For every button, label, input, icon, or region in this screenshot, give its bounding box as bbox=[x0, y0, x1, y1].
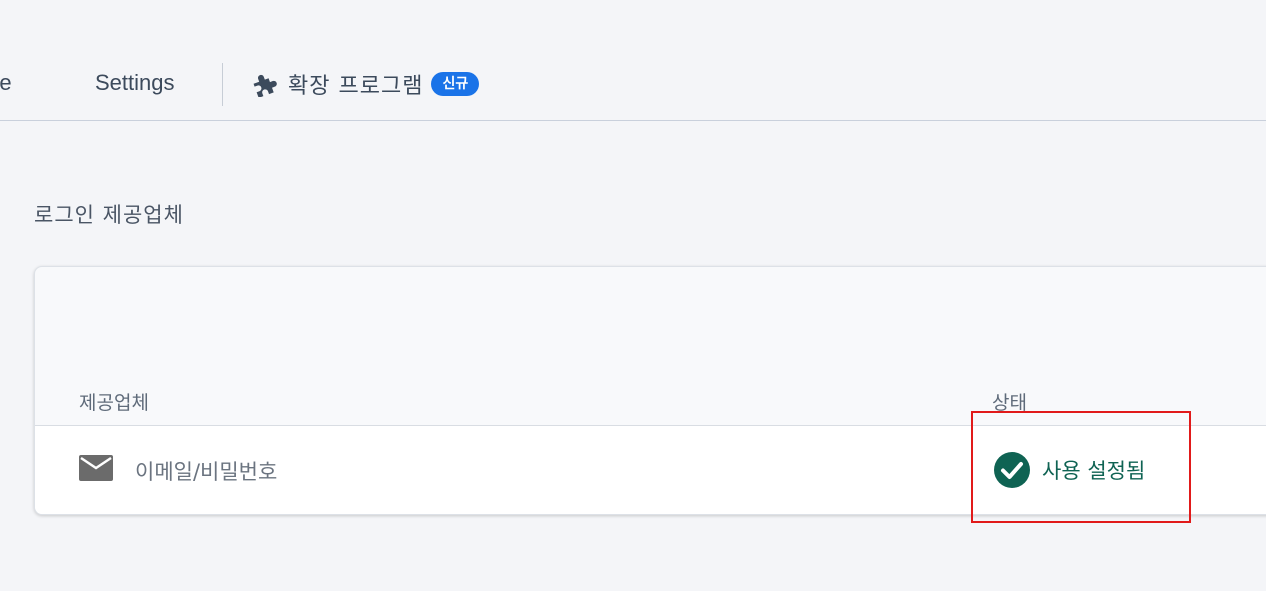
new-badge: 신규 bbox=[431, 72, 480, 96]
section-title: 로그인 제공업체 bbox=[34, 203, 184, 227]
highlight-box bbox=[971, 411, 1191, 523]
puzzle-icon bbox=[252, 71, 278, 98]
tab-bar: Usage Settings 확장 프로그램 신규 bbox=[0, 0, 1266, 121]
table-header: 제공업체 상태 bbox=[35, 267, 1266, 426]
tab-divider bbox=[222, 63, 223, 106]
tab-extensions[interactable]: 확장 프로그램 신규 bbox=[252, 69, 480, 99]
column-header-provider: 제공업체 bbox=[79, 392, 149, 414]
tab-settings[interactable]: Settings bbox=[95, 69, 175, 97]
mail-icon bbox=[79, 455, 113, 481]
provider-name: 이메일/비밀번호 bbox=[135, 460, 278, 484]
tab-extensions-label: 확장 프로그램 bbox=[288, 74, 424, 99]
tab-usage[interactable]: Usage bbox=[0, 69, 12, 97]
